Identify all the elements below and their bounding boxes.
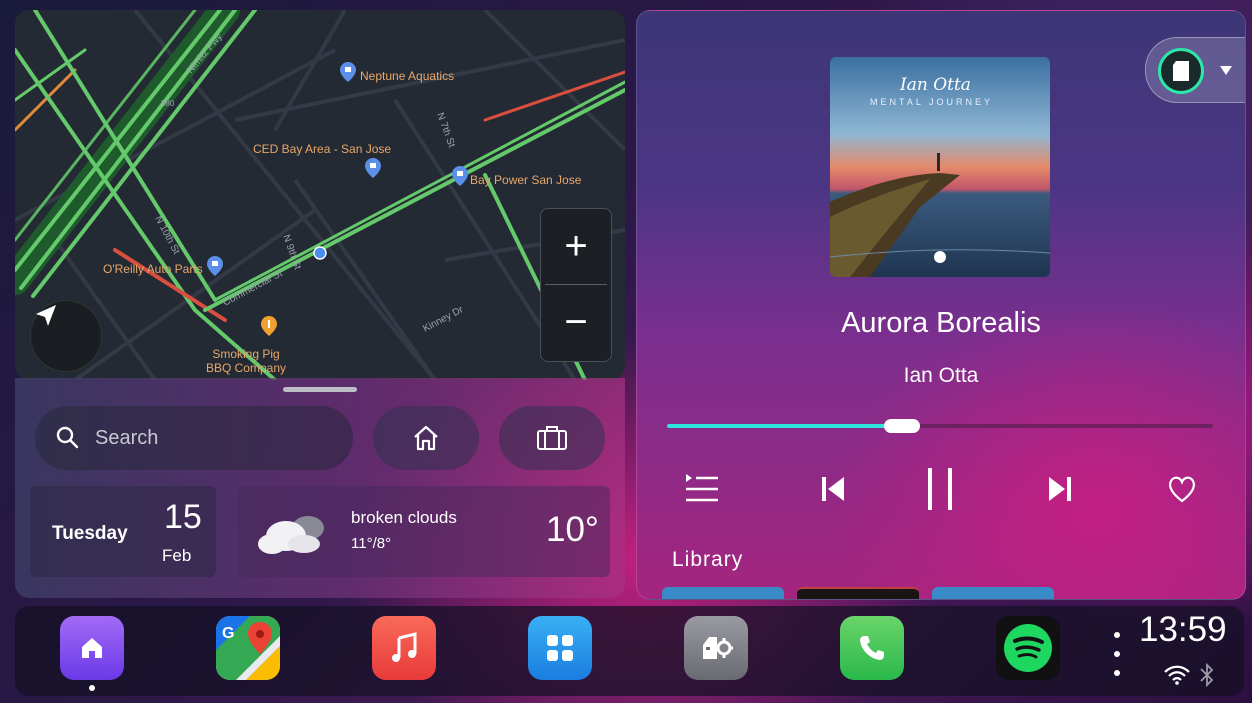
progress-bar[interactable] [667,419,1213,433]
street-label: N 7th St [434,111,457,149]
weather-hi-lo: 11°/8° [351,535,392,552]
weekday: Tuesday [52,523,128,544]
date-card: Tuesday 15 Feb [30,486,216,577]
shopping-pin-icon[interactable] [207,256,223,276]
google-maps-icon: G [216,616,280,680]
menu-dot [1114,632,1120,638]
street-label: Commercial St [221,268,284,309]
dock-app-google-maps[interactable]: G [216,616,280,680]
home-icon [82,638,102,658]
street-label: N 9th St [280,233,303,271]
dock-app-music[interactable] [372,616,436,680]
phone-icon [860,636,884,660]
street-label: Kinney Dr [421,304,466,335]
wifi-icon [1164,665,1190,685]
navigation-arrow-icon [36,305,56,326]
queue-icon [686,474,718,502]
freeway-shield-label: 880 [161,99,175,108]
next-button[interactable] [1035,466,1085,512]
bluetooth-icon [1200,663,1214,687]
menu-dot [1114,670,1120,676]
zoom-control: + − [540,208,612,362]
cloud-icon [258,516,324,554]
shopping-pin-icon[interactable] [452,166,468,186]
home-icon [414,425,438,451]
favorite-button[interactable] [1157,466,1207,512]
library-heading[interactable]: Library [672,548,743,572]
skip-next-icon [1049,477,1071,501]
sd-card-icon [1173,61,1189,81]
album-title-text: MENTAL JOURNEY [870,97,994,107]
queue-button[interactable] [677,466,727,512]
now-playing-panel: Ian Otta MENTAL JOURNEY Aurora Borealis … [636,10,1246,600]
skip-previous-icon [822,477,844,501]
shopping-pin-icon[interactable] [340,62,356,82]
day-number: 15 [164,498,202,536]
app-dock: G 13:59 [15,606,1244,696]
zoom-out-button[interactable]: − [541,285,611,360]
location-dot [313,246,327,260]
dashboard-panel: Search Tuesday 15 Feb broken clouds 11°/… [15,378,625,598]
sd-card-button[interactable] [1158,48,1204,94]
briefcase-icon [537,426,567,450]
search-placeholder: Search [95,426,159,449]
spotify-icon [1004,624,1052,672]
music-note-icon [392,632,417,662]
map-canvas[interactable]: Nimitz Fwy N 7th St N 10th St Commercial… [15,10,625,380]
source-selector[interactable] [1145,37,1245,103]
pause-button[interactable] [915,466,965,512]
month: Feb [162,546,192,565]
album-script-artist: Ian Otta [900,75,971,95]
track-artist: Ian Otta [903,364,979,387]
map-panel[interactable]: Nimitz Fwy N 7th St N 10th St Commercial… [15,10,625,380]
library-item[interactable] [662,587,784,599]
svg-text:G: G [222,625,234,642]
previous-button[interactable] [808,466,858,512]
recenter-button[interactable] [30,300,102,372]
dock-app-spotify[interactable] [996,616,1060,680]
library-item[interactable] [932,587,1054,599]
library-item[interactable] [797,587,919,599]
pause-icon [928,468,952,510]
shopping-pin-icon[interactable] [365,158,381,178]
active-indicator [89,685,95,691]
progress-fill [667,424,902,428]
search-icon [56,426,79,449]
chevron-down-icon [1220,66,1232,75]
home-destination-button[interactable] [373,406,479,470]
apps-grid-icon [547,635,573,661]
poi-label[interactable]: CED Bay Area - San Jose [253,142,391,156]
heart-icon [1168,476,1196,503]
album-art: Ian Otta MENTAL JOURNEY [830,57,1050,277]
restaurant-pin-icon[interactable] [261,316,277,336]
weather-temp: 10° [546,510,599,549]
zoom-in-button[interactable]: + [541,209,611,284]
poi-label[interactable]: Neptune Aquatics [360,69,454,83]
poi-label[interactable]: O'Reilly Auto Parts [103,262,203,276]
menu-dot [1114,651,1120,657]
weather-card[interactable]: broken clouds 11°/8° 10° [238,486,610,577]
dock-app-car-settings[interactable] [684,616,748,680]
weather-condition: broken clouds [351,508,457,527]
dock-app-launcher[interactable] [528,616,592,680]
dock-app-home[interactable] [60,616,124,680]
poi-label[interactable]: Smoking Pig BBQ Company [201,347,291,375]
work-destination-button[interactable] [499,406,605,470]
more-options-button[interactable] [1111,632,1123,678]
poi-label[interactable]: Bay Power San Jose [470,173,581,187]
status-clock: 13:59 [1139,610,1227,649]
track-title: Aurora Borealis [841,307,1041,339]
search-bar[interactable]: Search [35,406,353,470]
car-gear-icon [703,637,733,659]
drag-handle[interactable] [283,387,357,392]
progress-thumb[interactable] [883,419,920,433]
dock-app-phone[interactable] [840,616,904,680]
